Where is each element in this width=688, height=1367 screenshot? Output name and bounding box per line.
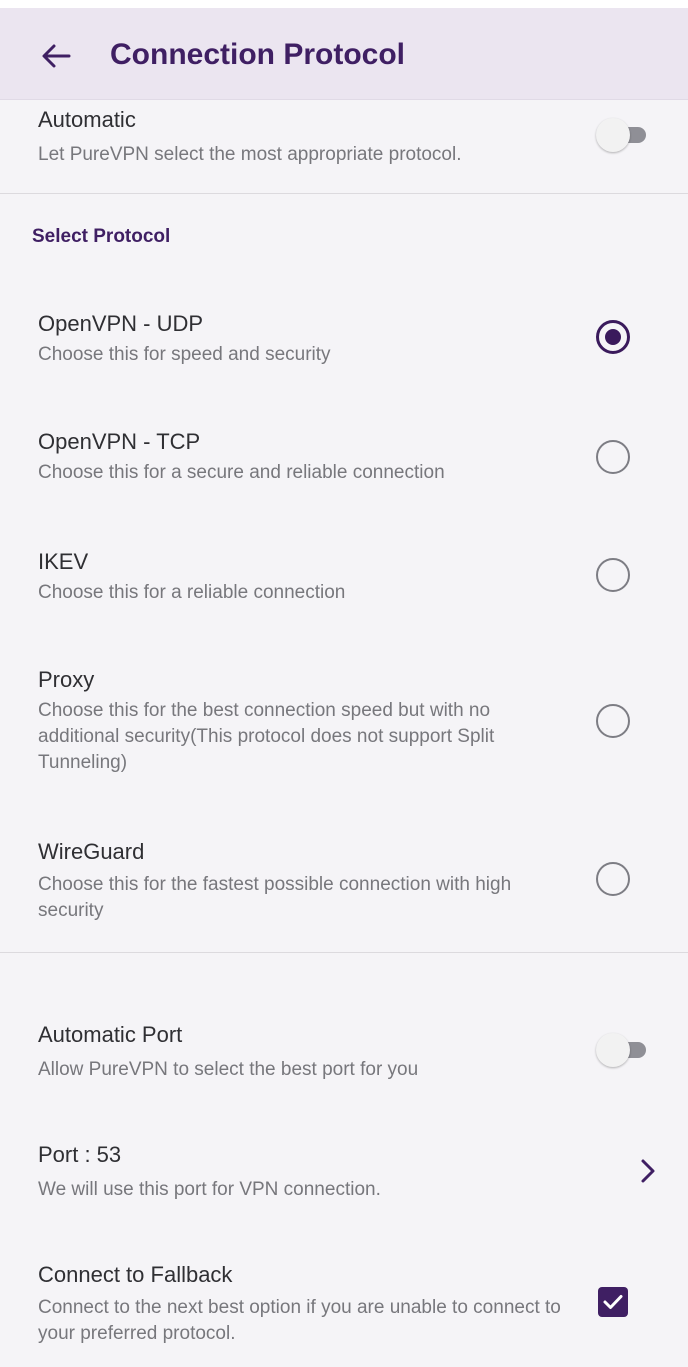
automatic-row[interactable]: Automatic Let PureVPN select the most ap… bbox=[0, 100, 688, 194]
automatic-port-subtitle: Allow PureVPN to select the best port fo… bbox=[38, 1059, 419, 1080]
protocol-item-ikev[interactable]: IKEV Choose this for a reliable connecti… bbox=[0, 538, 688, 628]
fallback-checkbox[interactable] bbox=[598, 1287, 628, 1317]
port-subtitle: We will use this port for VPN connection… bbox=[38, 1179, 381, 1200]
checkmark-icon bbox=[603, 1295, 623, 1309]
automatic-port-title: Automatic Port bbox=[38, 1022, 183, 1047]
protocol-item-openvpn-udp[interactable]: OpenVPN - UDP Choose this for speed and … bbox=[0, 300, 688, 390]
fallback-row[interactable]: Connect to Fallback Connect to the next … bbox=[0, 1255, 688, 1355]
protocol-title: Proxy bbox=[38, 667, 95, 692]
protocol-radio[interactable] bbox=[596, 440, 630, 474]
automatic-toggle[interactable] bbox=[596, 118, 652, 152]
protocol-title: OpenVPN - UDP bbox=[38, 311, 204, 336]
divider bbox=[0, 193, 688, 194]
status-bar-area bbox=[0, 0, 688, 8]
port-title: Port : 53 bbox=[38, 1142, 122, 1167]
protocol-item-proxy[interactable]: Proxy Choose this for the best connectio… bbox=[0, 658, 688, 788]
protocol-radio-selected[interactable] bbox=[596, 320, 630, 354]
port-row[interactable]: Port : 53 We will use this port for VPN … bbox=[0, 1135, 688, 1215]
protocol-subtitle: Choose this for the fastest possible con… bbox=[38, 874, 512, 921]
protocol-radio[interactable] bbox=[596, 704, 630, 738]
chevron-right-icon[interactable] bbox=[634, 1155, 662, 1187]
protocol-title: OpenVPN - TCP bbox=[38, 429, 201, 454]
automatic-port-toggle[interactable] bbox=[596, 1033, 652, 1067]
automatic-title: Automatic bbox=[38, 107, 136, 132]
protocol-subtitle: Choose this for a reliable connection bbox=[38, 582, 346, 603]
protocol-title: WireGuard bbox=[38, 839, 145, 864]
toggle-thumb bbox=[596, 118, 630, 152]
section-label-select-protocol: Select Protocol bbox=[32, 226, 171, 247]
arrow-left-icon bbox=[42, 44, 71, 68]
protocol-subtitle: Choose this for speed and security bbox=[38, 344, 331, 365]
automatic-port-row[interactable]: Automatic Port Allow PureVPN to select t… bbox=[0, 1015, 688, 1095]
protocol-subtitle: Choose this for the best connection spee… bbox=[38, 700, 495, 773]
connection-protocol-screen: Connection Protocol Automatic Let PureVP… bbox=[0, 0, 688, 1367]
divider bbox=[0, 952, 688, 953]
fallback-subtitle: Connect to the next best option if you a… bbox=[38, 1297, 561, 1344]
protocol-title: IKEV bbox=[38, 549, 89, 574]
back-button[interactable] bbox=[32, 34, 80, 78]
page-title: Connection Protocol bbox=[110, 38, 405, 71]
fallback-title: Connect to Fallback bbox=[38, 1262, 233, 1287]
toggle-thumb bbox=[596, 1033, 630, 1067]
protocol-item-openvpn-tcp[interactable]: OpenVPN - TCP Choose this for a secure a… bbox=[0, 418, 688, 508]
automatic-subtitle: Let PureVPN select the most appropriate … bbox=[38, 144, 462, 165]
protocol-radio[interactable] bbox=[596, 862, 630, 896]
protocol-subtitle: Choose this for a secure and reliable co… bbox=[38, 462, 445, 483]
protocol-item-wireguard[interactable]: WireGuard Choose this for the fastest po… bbox=[0, 830, 688, 930]
protocol-radio[interactable] bbox=[596, 558, 630, 592]
app-bar: Connection Protocol bbox=[0, 8, 688, 100]
